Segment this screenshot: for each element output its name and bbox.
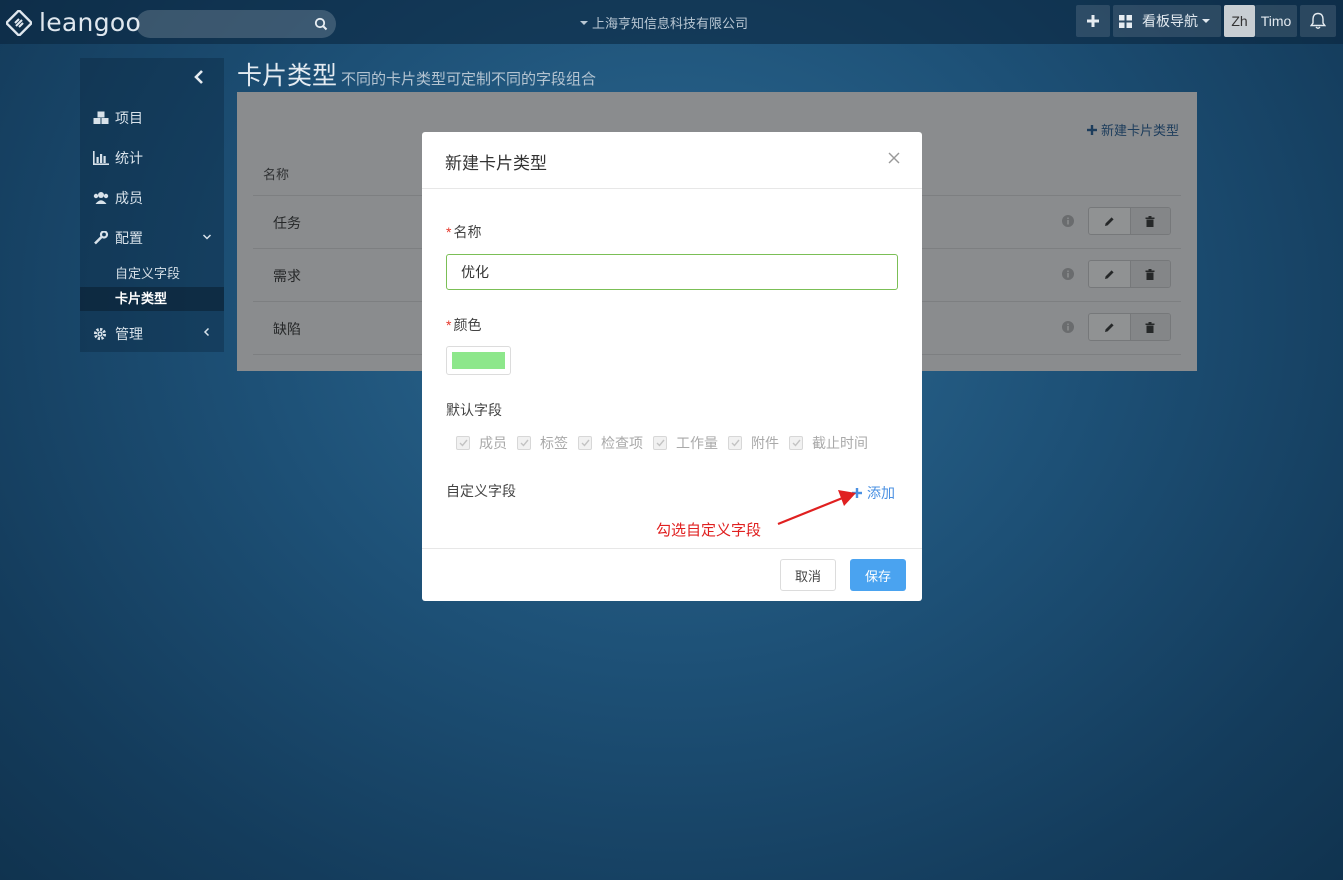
default-field-label: 检查项 [601,435,643,451]
dialog-title: 新建卡片类型 [445,154,547,173]
checkbox-icon [728,436,742,450]
name-field-label: * 名称 [446,222,481,242]
name-input[interactable]: 优化 [446,254,898,290]
color-field-label: * 颜色 [446,315,481,335]
default-field-label: 截止时间 [812,435,868,451]
color-picker[interactable] [446,346,511,375]
default-field-checkbox[interactable]: 工作量 [653,433,718,453]
new-card-type-dialog: 新建卡片类型 * 名称 优化 * 颜色 默认字段 成员 标签 检查项 工作量 附件 … [422,132,922,601]
checkbox-icon [789,436,803,450]
default-field-checkbox[interactable]: 附件 [728,433,779,453]
dialog-header-divider [422,188,922,189]
close-icon[interactable] [887,151,901,165]
checkbox-icon [517,436,531,450]
default-field-label: 标签 [540,435,568,451]
default-field-label: 附件 [751,435,779,451]
name-label-text: 名称 [453,224,482,240]
custom-fields-label: 自定义字段 [446,483,516,499]
cancel-button[interactable]: 取消 [780,559,836,591]
modal-overlay: 新建卡片类型 * 名称 优化 * 颜色 默认字段 成员 标签 检查项 工作量 附件 … [0,0,1343,880]
annotation-text: 勾选自定义字段 [656,522,762,539]
add-label: 添加 [867,485,895,501]
default-field-checkbox[interactable]: 检查项 [578,433,643,453]
required-mark: * [446,317,452,333]
dialog-footer-divider [422,548,922,549]
color-swatch [452,352,505,369]
default-field-label: 工作量 [676,435,718,451]
checkbox-icon [456,436,470,450]
color-label-text: 颜色 [453,317,482,333]
default-field-checkbox[interactable]: 标签 [517,433,568,453]
default-field-checkbox[interactable]: 成员 [456,433,507,453]
checkbox-icon [653,436,667,450]
required-mark: * [446,224,452,240]
default-fields-label: 默认字段 [446,402,502,418]
default-field-checkbox[interactable]: 截止时间 [789,433,868,453]
annotation-arrow-icon [777,490,856,526]
default-fields-checkboxes: 成员 标签 检查项 工作量 附件 截止时间 [456,433,878,453]
save-button[interactable]: 保存 [850,559,906,591]
checkbox-icon [578,436,592,450]
default-field-label: 成员 [479,435,507,451]
